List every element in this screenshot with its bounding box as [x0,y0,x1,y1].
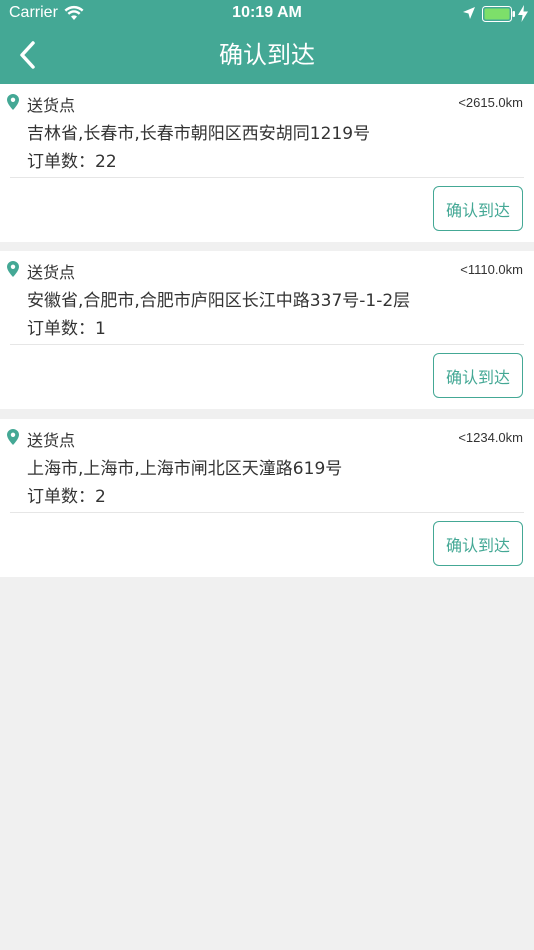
location-pin-icon [7,429,19,445]
delivery-point-label: 送货点 [27,263,76,282]
order-count-label: 订单数： [27,487,95,507]
status-time: 10:19 AM [232,4,302,21]
order-count-line: 订单数：22 [27,147,117,172]
order-count-line: 订单数：1 [27,314,106,339]
confirm-arrival-button[interactable]: 确认到达 [433,353,523,398]
order-count-label: 订单数： [27,152,95,172]
order-count-label: 订单数： [27,319,95,339]
distance-label: <1234.0km [458,430,523,445]
delivery-info: 送货点 <2615.0km 吉林省,长春市,长春市朝阳区西安胡同1219号 订单… [0,84,534,178]
header: Carrier 10:19 AM 确认到达 [0,0,534,84]
delivery-card: 送货点 <1110.0km 安徽省,合肥市,合肥市庐阳区长江中路337号-1-2… [0,251,534,409]
delivery-info: 送货点 <1234.0km 上海市,上海市,上海市闸北区天潼路619号 订单数：… [0,419,534,513]
location-arrow-icon [463,7,475,19]
delivery-point-label: 送货点 [27,431,76,450]
order-count-value: 2 [95,487,106,507]
delivery-actions: 确认到达 [0,513,534,577]
charging-icon [518,5,528,22]
status-bar: Carrier 10:19 AM [0,0,534,28]
order-count-value: 22 [95,152,117,172]
address-text: 吉林省,长春市,长春市朝阳区西安胡同1219号 [27,124,371,144]
battery-icon [482,6,515,22]
address-text: 安徽省,合肥市,合肥市庐阳区长江中路337号-1-2层 [27,291,411,311]
location-pin-icon [7,261,19,277]
delivery-actions: 确认到达 [0,345,534,409]
location-pin-icon [7,94,19,110]
page-title: 确认到达 [219,41,315,69]
delivery-card: 送货点 <1234.0km 上海市,上海市,上海市闸北区天潼路619号 订单数：… [0,419,534,577]
delivery-info: 送货点 <1110.0km 安徽省,合肥市,合肥市庐阳区长江中路337号-1-2… [0,251,534,345]
delivery-card: 送货点 <2615.0km 吉林省,长春市,长春市朝阳区西安胡同1219号 订单… [0,84,534,242]
distance-label: <1110.0km [460,262,523,277]
order-count-line: 订单数：2 [27,482,106,507]
distance-label: <2615.0km [458,95,523,110]
confirm-arrival-button[interactable]: 确认到达 [433,186,523,231]
confirm-arrival-button[interactable]: 确认到达 [433,521,523,566]
order-count-value: 1 [95,319,106,339]
address-text: 上海市,上海市,上海市闸北区天潼路619号 [27,459,343,479]
delivery-point-label: 送货点 [27,96,76,115]
delivery-actions: 确认到达 [0,178,534,242]
